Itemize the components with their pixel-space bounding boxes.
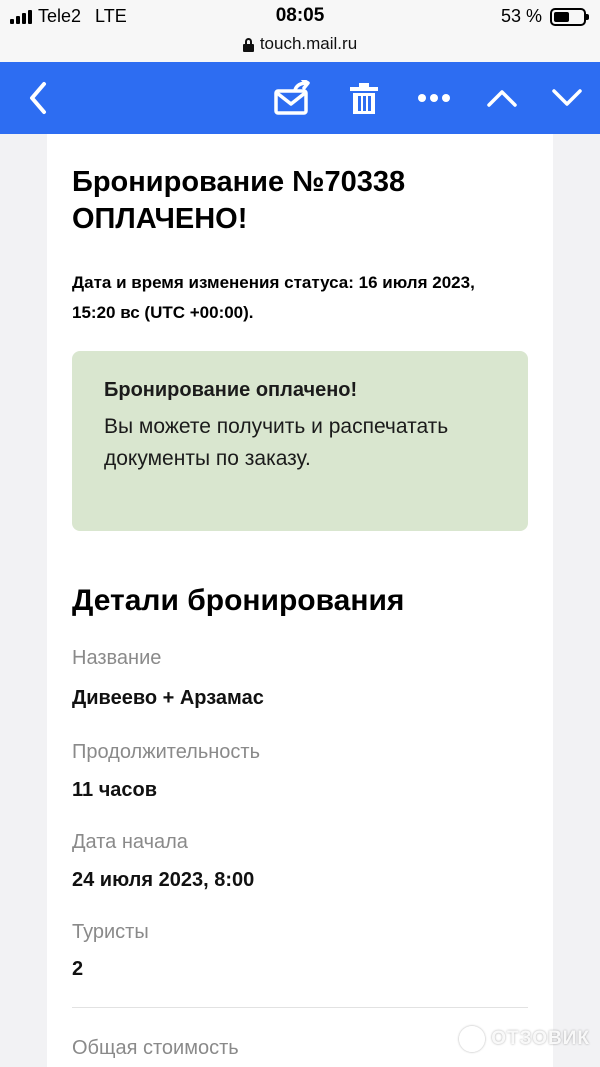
previous-message-button[interactable] bbox=[478, 62, 526, 134]
status-change-date: Дата и время изменения статуса: 16 июля … bbox=[72, 273, 475, 322]
more-icon bbox=[418, 94, 450, 102]
mail-forward-icon bbox=[274, 80, 310, 115]
field-label-tourists: Туристы bbox=[72, 921, 149, 943]
more-button[interactable] bbox=[410, 62, 458, 134]
watermark: ОТЗОВИК bbox=[459, 1026, 590, 1052]
chevron-left-icon bbox=[30, 82, 46, 114]
email-body: Бронирование №70338 ОПЛАЧЕНО! Дата и вре… bbox=[47, 134, 553, 1067]
payment-notice: Бронирование оплачено! Вы можете получит… bbox=[72, 351, 528, 531]
otzovik-logo-icon bbox=[459, 1026, 486, 1052]
forward-button[interactable] bbox=[268, 62, 318, 134]
field-label-total: Общая стоимость bbox=[72, 1037, 239, 1059]
delete-button[interactable] bbox=[340, 62, 388, 134]
chevron-up-icon bbox=[487, 90, 517, 107]
status-bar: Tele2 LTE 08:05 53 % touch.mail.ru bbox=[0, 0, 600, 62]
field-label-name: Название bbox=[72, 647, 162, 669]
address-bar[interactable]: touch.mail.ru bbox=[0, 34, 600, 54]
url-text: touch.mail.ru bbox=[259, 34, 358, 53]
lock-icon bbox=[242, 37, 254, 52]
chevron-down-icon bbox=[552, 89, 582, 106]
email-title: Бронирование №70338 ОПЛАЧЕНО! bbox=[72, 166, 406, 235]
battery-percent: 53 % bbox=[500, 6, 542, 26]
details-heading: Детали бронирования bbox=[72, 584, 405, 617]
next-message-button[interactable] bbox=[543, 62, 591, 134]
battery-icon bbox=[550, 7, 589, 26]
watermark-text: ОТЗОВИК bbox=[491, 1028, 590, 1049]
divider bbox=[72, 1007, 528, 1008]
field-value-name: Дивеево + Арзамас bbox=[72, 687, 264, 709]
field-value-start-date: 24 июля 2023, 8:00 bbox=[72, 869, 255, 891]
mail-toolbar bbox=[0, 62, 600, 134]
trash-icon bbox=[350, 83, 378, 114]
field-label-start-date: Дата начала bbox=[72, 831, 188, 853]
notice-text: Вы можете получить и распечатать докумен… bbox=[104, 415, 449, 470]
field-label-duration: Продолжительность bbox=[72, 741, 260, 763]
field-value-duration: 11 часов bbox=[72, 779, 158, 801]
back-button[interactable] bbox=[14, 62, 62, 134]
battery-info: 53 % bbox=[500, 6, 589, 27]
notice-title: Бронирование оплачено! bbox=[104, 379, 358, 401]
field-value-tourists: 2 bbox=[72, 958, 84, 980]
